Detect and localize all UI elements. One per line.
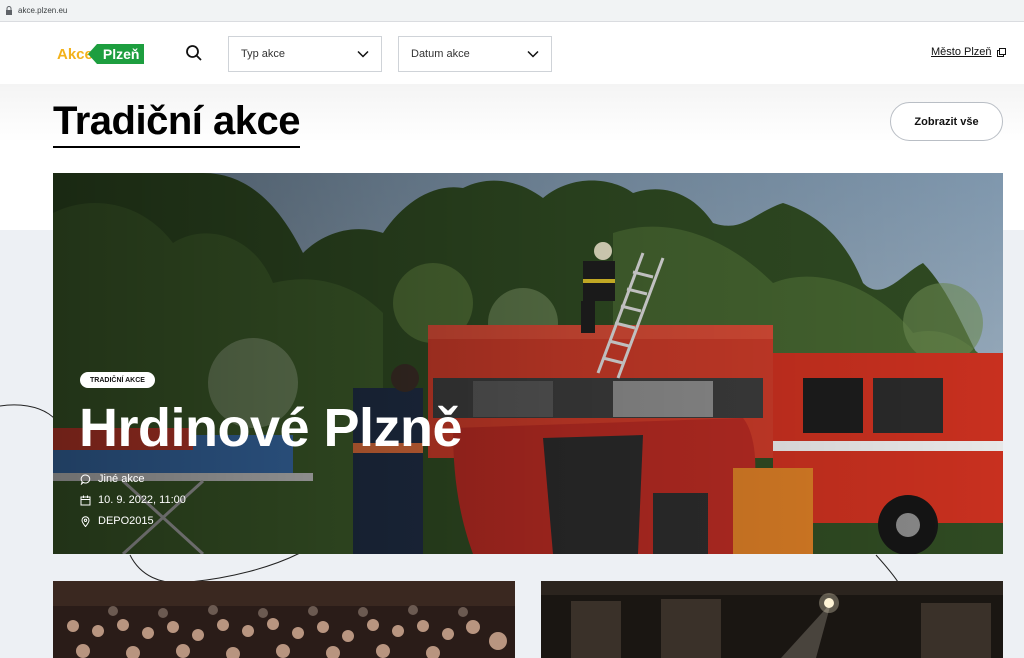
chevron-down-icon bbox=[527, 50, 539, 58]
site-header: Akce Plzeň Typ akce Datum akce Město Plz… bbox=[0, 23, 1024, 84]
external-link-icon bbox=[996, 47, 1006, 57]
location-pin-icon bbox=[81, 515, 90, 527]
event-date-select[interactable]: Datum akce bbox=[398, 36, 552, 72]
search-icon bbox=[186, 45, 202, 61]
event-date-placeholder: Datum akce bbox=[411, 48, 470, 60]
city-link[interactable]: Město Plzeň bbox=[931, 46, 1006, 58]
event-card[interactable] bbox=[53, 581, 515, 658]
logo-text-plzen: Plzeň bbox=[87, 44, 145, 64]
speech-bubble-icon bbox=[80, 473, 91, 485]
calendar-icon bbox=[80, 495, 91, 505]
event-venue-text: DEPO2015 bbox=[98, 515, 154, 527]
event-type-select[interactable]: Typ akce bbox=[228, 36, 382, 72]
show-all-button[interactable]: Zobrazit vše bbox=[890, 102, 1003, 141]
lock-icon bbox=[4, 6, 14, 16]
site-logo[interactable]: Akce Plzeň bbox=[57, 43, 145, 65]
event-card-image bbox=[541, 581, 1003, 658]
search-button[interactable] bbox=[184, 43, 204, 63]
chevron-down-icon bbox=[357, 50, 369, 58]
event-datetime: 10. 9. 2022, 11:00 bbox=[80, 494, 186, 506]
event-card[interactable] bbox=[541, 581, 1003, 658]
featured-event-card[interactable]: TRADIČNÍ AKCE Hrdinové Plzně Jiné akce 1… bbox=[53, 173, 1003, 554]
event-datetime-text: 10. 9. 2022, 11:00 bbox=[98, 494, 186, 506]
browser-address-bar[interactable]: akce.plzen.eu bbox=[0, 0, 1024, 22]
event-category-badge[interactable]: TRADIČNÍ AKCE bbox=[80, 372, 155, 388]
event-category-text: Jiné akce bbox=[98, 473, 145, 485]
event-venue: DEPO2015 bbox=[80, 515, 154, 527]
city-link-label: Město Plzeň bbox=[931, 46, 992, 58]
section-title: Tradiční akce bbox=[53, 98, 300, 148]
event-type-placeholder: Typ akce bbox=[241, 48, 286, 60]
url-text: akce.plzen.eu bbox=[18, 6, 68, 15]
event-title[interactable]: Hrdinové Plzně bbox=[79, 397, 463, 459]
event-category: Jiné akce bbox=[80, 473, 144, 485]
event-card-image bbox=[53, 581, 515, 658]
hero-image bbox=[53, 173, 1003, 554]
